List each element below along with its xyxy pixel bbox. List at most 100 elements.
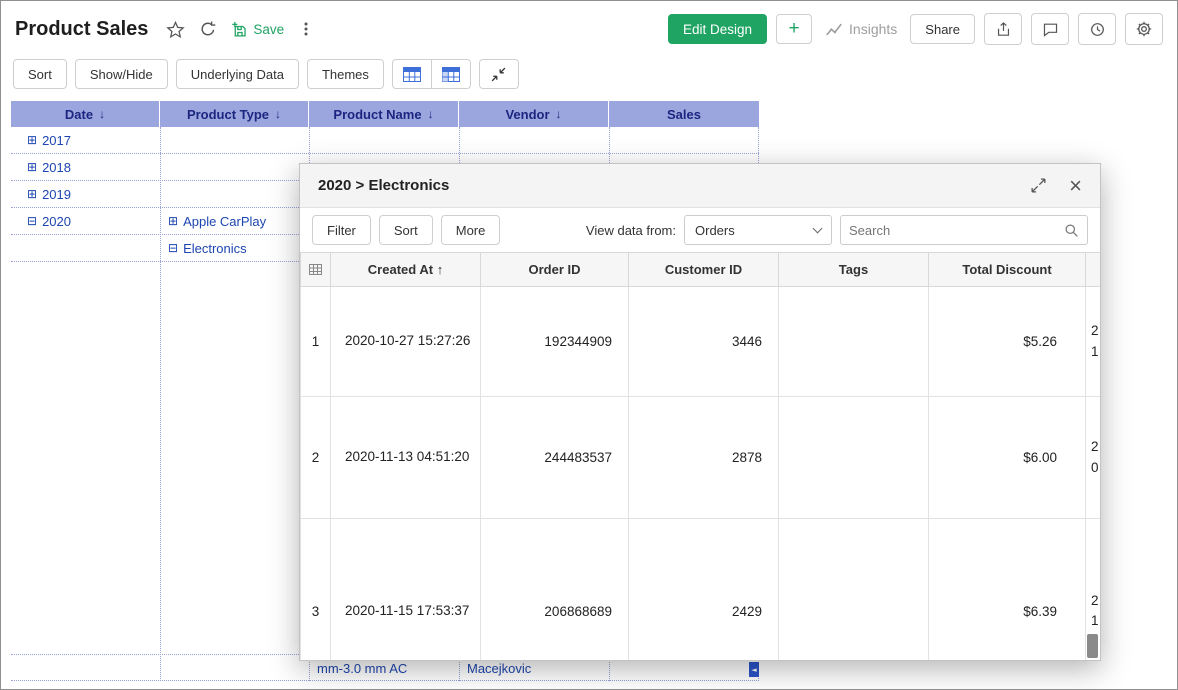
more-options-kebab-icon[interactable] [298, 21, 314, 37]
tags-cell[interactable] [779, 397, 929, 519]
dialog-titlebar: 2020 > Electronics × [300, 164, 1100, 208]
row-index-header[interactable] [301, 253, 331, 287]
collapse-icon[interactable]: ⊟ [27, 214, 37, 228]
show-hide-button[interactable]: Show/Hide [75, 59, 168, 89]
filter-button[interactable]: Filter [312, 215, 371, 245]
themes-button[interactable]: Themes [307, 59, 384, 89]
pivot-col-vendor[interactable]: Vendor ↓ [459, 101, 609, 127]
product-type-label[interactable]: Electronics [183, 241, 247, 256]
order-id-cell[interactable]: 244483537 [481, 397, 629, 519]
pivot-row-2017: ⊞ 2017 [11, 127, 759, 154]
search-box [840, 215, 1088, 245]
favorite-star-icon[interactable] [166, 20, 185, 39]
share-button[interactable]: Share [910, 14, 975, 44]
add-button[interactable]: + [776, 14, 812, 44]
total-discount-cell[interactable]: $5.26 [929, 287, 1086, 397]
order-id-cell[interactable]: 206868689 [481, 519, 629, 661]
product-type-cell[interactable]: ⊟ Electronics [160, 235, 309, 261]
expand-icon[interactable]: ⊞ [27, 133, 37, 147]
refresh-icon[interactable] [199, 20, 217, 38]
sort-desc-icon: ↓ [556, 107, 562, 121]
year-label[interactable]: 2018 [42, 160, 71, 175]
view-data-select[interactable]: Orders [684, 215, 832, 245]
clipped-cell[interactable]: 2 1 [1086, 287, 1101, 397]
total-discount-cell[interactable]: $6.00 [929, 397, 1086, 519]
export-button[interactable] [984, 13, 1022, 45]
top-bar: Product Sales Save [1, 1, 1177, 57]
pivot-col-date[interactable]: Date ↓ [11, 101, 160, 127]
clipped-cell[interactable]: 2 0 [1086, 397, 1101, 519]
sort-desc-icon: ↓ [428, 107, 434, 121]
col-label: Date [65, 107, 93, 122]
save-button[interactable]: Save [231, 21, 284, 38]
row-index: 2 [301, 397, 331, 519]
underlying-data-dialog: 2020 > Electronics × Filter Sort More Vi… [299, 163, 1101, 661]
year-cell[interactable]: ⊞ 2017 [11, 127, 160, 153]
expand-dialog-button[interactable] [1030, 177, 1047, 194]
created-at-cell[interactable]: 2020-10-27 15:27:26 [331, 287, 481, 397]
data-row-2: 2 2020-11-13 04:51:20 244483537 2878 $6.… [301, 397, 1101, 519]
sort-desc-icon: ↓ [99, 107, 105, 121]
vendor-label[interactable]: Macejkovic [467, 661, 531, 676]
full-table-view-button[interactable] [431, 59, 471, 89]
customer-id-cell[interactable]: 2878 [629, 397, 779, 519]
tags-cell[interactable] [779, 519, 929, 661]
col-header-order-id[interactable]: Order ID [481, 253, 629, 287]
comments-button[interactable] [1031, 13, 1069, 45]
total-discount-cell[interactable]: $6.39 [929, 519, 1086, 661]
year-label[interactable]: 2017 [42, 133, 71, 148]
view-data-from-label: View data from: [586, 223, 676, 238]
insights-icon [825, 22, 843, 37]
year-label[interactable]: 2020 [42, 214, 71, 229]
underlying-data-button[interactable]: Underlying Data [176, 59, 299, 89]
view-toolbar: Sort Show/Hide Underlying Data Themes [1, 55, 1177, 93]
year-cell[interactable]: ⊟ 2020 [11, 208, 160, 234]
expand-icon[interactable]: ⊞ [168, 214, 178, 228]
col-label: Product Type [187, 107, 269, 122]
col-label: Customer ID [665, 262, 742, 277]
col-header-customer-id[interactable]: Customer ID [629, 253, 779, 287]
settings-button[interactable] [1125, 13, 1163, 45]
insights-button[interactable]: Insights [821, 21, 901, 37]
product-type-cell[interactable]: ⊞ Apple CarPlay [160, 208, 309, 234]
table-view-toggle-group [392, 59, 471, 89]
col-label: Tags [839, 262, 868, 277]
compact-table-view-button[interactable] [392, 59, 432, 89]
order-id-cell[interactable]: 192344909 [481, 287, 629, 397]
vertical-scrollbar-thumb[interactable] [1087, 634, 1098, 658]
collapse-icon[interactable]: ⊟ [168, 241, 178, 255]
history-button[interactable] [1078, 13, 1116, 45]
pivot-col-sales[interactable]: Sales [609, 101, 759, 127]
created-at-cell[interactable]: 2020-11-13 04:51:20 [331, 397, 481, 519]
edit-design-button[interactable]: Edit Design [668, 14, 767, 44]
pivot-col-product-name[interactable]: Product Name ↓ [309, 101, 459, 127]
dialog-table-wrapper: Created At ↑ Order ID Customer ID Tags T… [300, 252, 1100, 660]
year-cell[interactable]: ⊞ 2019 [11, 181, 160, 207]
dialog-sort-button[interactable]: Sort [379, 215, 433, 245]
expand-icon[interactable]: ⊞ [27, 160, 37, 174]
sort-button[interactable]: Sort [13, 59, 67, 89]
customer-id-cell[interactable]: 3446 [629, 287, 779, 397]
created-at-cell[interactable]: 2020-11-15 17:53:37 [331, 519, 481, 661]
sort-asc-icon: ↑ [437, 262, 444, 277]
search-input[interactable] [849, 223, 1064, 238]
table-header-row: Created At ↑ Order ID Customer ID Tags T… [301, 253, 1101, 287]
tags-cell[interactable] [779, 287, 929, 397]
pivot-col-product-type[interactable]: Product Type ↓ [160, 101, 309, 127]
product-type-label[interactable]: Apple CarPlay [183, 214, 266, 229]
col-header-tags[interactable]: Tags [779, 253, 929, 287]
product-name-label[interactable]: mm-3.0 mm AC [317, 661, 407, 676]
year-label[interactable]: 2019 [42, 187, 71, 202]
col-label: Vendor [505, 107, 549, 122]
collapse-all-button[interactable] [479, 59, 519, 89]
horizontal-scroll-left-button[interactable]: ◄ [749, 662, 759, 677]
more-button[interactable]: More [441, 215, 501, 245]
expand-icon[interactable]: ⊞ [27, 187, 37, 201]
col-header-created-at[interactable]: Created At ↑ [331, 253, 481, 287]
customer-id-cell[interactable]: 2429 [629, 519, 779, 661]
close-icon[interactable]: × [1069, 175, 1082, 197]
col-header-total-discount[interactable]: Total Discount [929, 253, 1086, 287]
history-clock-icon [1089, 21, 1106, 38]
data-row-3: 3 2020-11-15 17:53:37 206868689 2429 $6.… [301, 519, 1101, 661]
year-cell[interactable]: ⊞ 2018 [11, 154, 160, 180]
